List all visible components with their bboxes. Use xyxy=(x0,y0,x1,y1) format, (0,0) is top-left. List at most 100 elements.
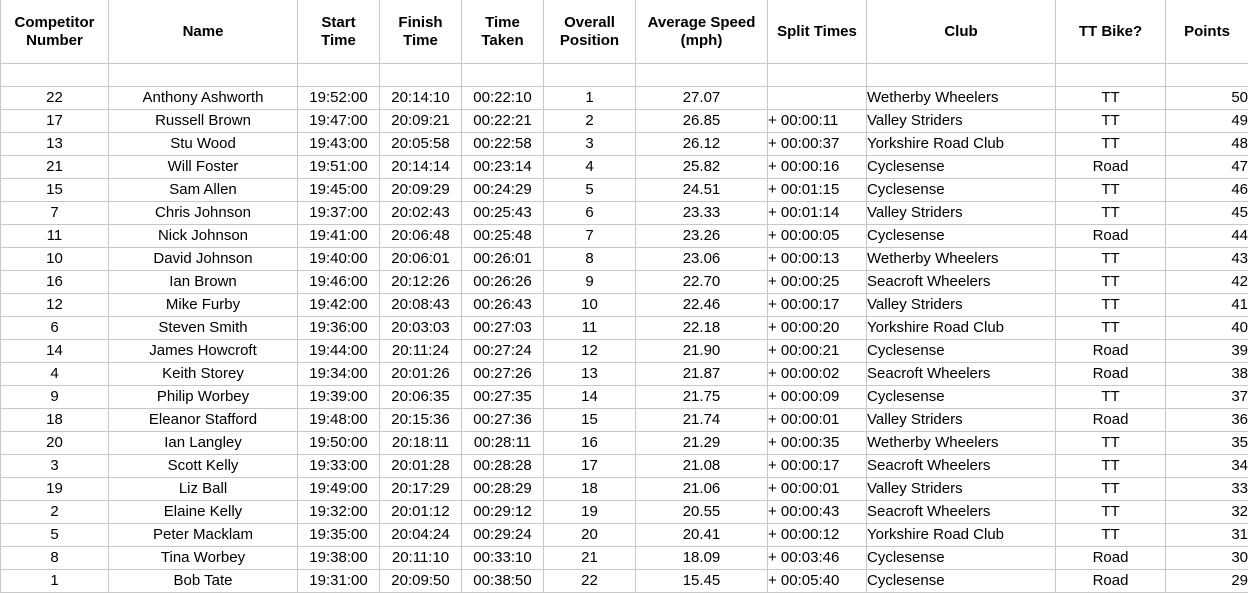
cell-time-taken[interactable]: 00:26:26 xyxy=(462,271,544,294)
cell-points[interactable]: 34 xyxy=(1166,455,1248,478)
cell-name[interactable]: Liz Ball xyxy=(109,478,298,501)
cell-overall-position[interactable]: 16 xyxy=(544,432,636,455)
cell-average-speed[interactable]: 21.06 xyxy=(636,478,768,501)
cell-overall-position[interactable]: 3 xyxy=(544,133,636,156)
table-row[interactable]: 11Nick Johnson19:41:0020:06:4800:25:4872… xyxy=(1,225,1248,248)
cell-overall-position[interactable]: 22 xyxy=(544,570,636,593)
cell-competitor-number[interactable]: 14 xyxy=(1,340,109,363)
cell-time-taken[interactable]: 00:27:26 xyxy=(462,363,544,386)
cell-tt-bike[interactable]: TT xyxy=(1056,87,1166,110)
cell-average-speed[interactable]: 26.12 xyxy=(636,133,768,156)
cell-finish-time[interactable]: 20:12:26 xyxy=(380,271,462,294)
cell-tt-bike[interactable]: TT xyxy=(1056,432,1166,455)
cell-time-taken[interactable]: 00:25:43 xyxy=(462,202,544,225)
cell-club[interactable]: Valley Striders xyxy=(867,478,1056,501)
cell-start-time[interactable]: 19:43:00 xyxy=(298,133,380,156)
cell-split-times[interactable]: + 00:00:13 xyxy=(768,248,867,271)
cell-overall-position[interactable]: 13 xyxy=(544,363,636,386)
cell-name[interactable]: Peter Macklam xyxy=(109,524,298,547)
cell-overall-position[interactable]: 5 xyxy=(544,179,636,202)
cell-finish-time[interactable]: 20:03:03 xyxy=(380,317,462,340)
cell-club[interactable]: Valley Striders xyxy=(867,294,1056,317)
cell-name[interactable]: Russell Brown xyxy=(109,110,298,133)
table-row[interactable]: 18Eleanor Stafford19:48:0020:15:3600:27:… xyxy=(1,409,1248,432)
cell-split-times[interactable]: + 00:00:02 xyxy=(768,363,867,386)
cell-club[interactable]: Cyclesense xyxy=(867,570,1056,593)
cell-overall-position[interactable]: 18 xyxy=(544,478,636,501)
cell-club[interactable]: Yorkshire Road Club xyxy=(867,524,1056,547)
cell-start-time[interactable]: 19:33:00 xyxy=(298,455,380,478)
cell-start-time[interactable]: 19:37:00 xyxy=(298,202,380,225)
cell-name[interactable]: Ian Brown xyxy=(109,271,298,294)
table-row[interactable]: 21Will Foster19:51:0020:14:1400:23:14425… xyxy=(1,156,1248,179)
cell-competitor-number[interactable]: 22 xyxy=(1,87,109,110)
cell-average-speed[interactable]: 21.90 xyxy=(636,340,768,363)
cell-competitor-number[interactable]: 3 xyxy=(1,455,109,478)
cell-name[interactable]: Chris Johnson xyxy=(109,202,298,225)
cell-points[interactable]: 36 xyxy=(1166,409,1248,432)
cell-time-taken[interactable]: 00:27:35 xyxy=(462,386,544,409)
cell-average-speed[interactable]: 22.18 xyxy=(636,317,768,340)
cell-points[interactable]: 50 xyxy=(1166,87,1248,110)
cell-split-times[interactable]: + 00:00:25 xyxy=(768,271,867,294)
cell-average-speed[interactable]: 25.82 xyxy=(636,156,768,179)
column-header-split-times[interactable]: Split Times xyxy=(768,0,867,64)
cell-finish-time[interactable]: 20:01:28 xyxy=(380,455,462,478)
cell-overall-position[interactable]: 4 xyxy=(544,156,636,179)
cell-tt-bike[interactable]: TT xyxy=(1056,294,1166,317)
table-row[interactable]: 9Philip Worbey19:39:0020:06:3500:27:3514… xyxy=(1,386,1248,409)
cell-average-speed[interactable]: 18.09 xyxy=(636,547,768,570)
cell-tt-bike[interactable]: TT xyxy=(1056,271,1166,294)
cell-tt-bike[interactable]: TT xyxy=(1056,386,1166,409)
cell-split-times[interactable]: + 00:00:17 xyxy=(768,455,867,478)
cell-competitor-number[interactable]: 11 xyxy=(1,225,109,248)
cell-finish-time[interactable]: 20:09:21 xyxy=(380,110,462,133)
cell-split-times[interactable]: + 00:00:01 xyxy=(768,478,867,501)
cell-start-time[interactable]: 19:46:00 xyxy=(298,271,380,294)
cell-start-time[interactable]: 19:44:00 xyxy=(298,340,380,363)
cell-club[interactable]: Seacroft Wheelers xyxy=(867,455,1056,478)
cell-average-speed[interactable]: 21.08 xyxy=(636,455,768,478)
cell-competitor-number[interactable]: 7 xyxy=(1,202,109,225)
cell-name[interactable]: Stu Wood xyxy=(109,133,298,156)
cell-name[interactable]: Ian Langley xyxy=(109,432,298,455)
cell-points[interactable]: 40 xyxy=(1166,317,1248,340)
cell-time-taken[interactable]: 00:28:29 xyxy=(462,478,544,501)
table-row[interactable]: 10David Johnson19:40:0020:06:0100:26:018… xyxy=(1,248,1248,271)
cell-start-time[interactable]: 19:42:00 xyxy=(298,294,380,317)
table-row[interactable]: 20Ian Langley19:50:0020:18:1100:28:11162… xyxy=(1,432,1248,455)
cell-average-speed[interactable]: 24.51 xyxy=(636,179,768,202)
cell-average-speed[interactable]: 23.26 xyxy=(636,225,768,248)
table-row[interactable]: 4Keith Storey19:34:0020:01:2600:27:26132… xyxy=(1,363,1248,386)
cell-time-taken[interactable]: 00:22:21 xyxy=(462,110,544,133)
cell-overall-position[interactable]: 14 xyxy=(544,386,636,409)
column-header-time-taken[interactable]: Time Taken xyxy=(462,0,544,64)
cell-name[interactable]: Bob Tate xyxy=(109,570,298,593)
cell-split-times[interactable]: + 00:00:16 xyxy=(768,156,867,179)
cell-competitor-number[interactable]: 8 xyxy=(1,547,109,570)
cell-start-time[interactable]: 19:38:00 xyxy=(298,547,380,570)
table-row[interactable]: 3Scott Kelly19:33:0020:01:2800:28:281721… xyxy=(1,455,1248,478)
table-row[interactable]: 7Chris Johnson19:37:0020:02:4300:25:4362… xyxy=(1,202,1248,225)
cell-split-times[interactable]: + 00:00:12 xyxy=(768,524,867,547)
table-row[interactable]: 16Ian Brown19:46:0020:12:2600:26:26922.7… xyxy=(1,271,1248,294)
cell-average-speed[interactable]: 20.55 xyxy=(636,501,768,524)
cell-club[interactable]: Cyclesense xyxy=(867,386,1056,409)
cell-tt-bike[interactable]: Road xyxy=(1056,156,1166,179)
cell-name[interactable]: James Howcroft xyxy=(109,340,298,363)
cell-points[interactable]: 45 xyxy=(1166,202,1248,225)
cell-split-times[interactable] xyxy=(768,87,867,110)
cell-points[interactable]: 30 xyxy=(1166,547,1248,570)
cell-finish-time[interactable]: 20:06:35 xyxy=(380,386,462,409)
column-header-average-speed[interactable]: Average Speed (mph) xyxy=(636,0,768,64)
cell-split-times[interactable]: + 00:00:05 xyxy=(768,225,867,248)
column-header-tt-bike[interactable]: TT Bike? xyxy=(1056,0,1166,64)
cell-points[interactable]: 46 xyxy=(1166,179,1248,202)
table-row[interactable]: 17Russell Brown19:47:0020:09:2100:22:212… xyxy=(1,110,1248,133)
cell-time-taken[interactable]: 00:22:58 xyxy=(462,133,544,156)
cell-club[interactable]: Cyclesense xyxy=(867,156,1056,179)
cell-club[interactable]: Yorkshire Road Club xyxy=(867,317,1056,340)
cell-start-time[interactable]: 19:34:00 xyxy=(298,363,380,386)
cell-average-speed[interactable]: 23.33 xyxy=(636,202,768,225)
cell-name[interactable]: Scott Kelly xyxy=(109,455,298,478)
